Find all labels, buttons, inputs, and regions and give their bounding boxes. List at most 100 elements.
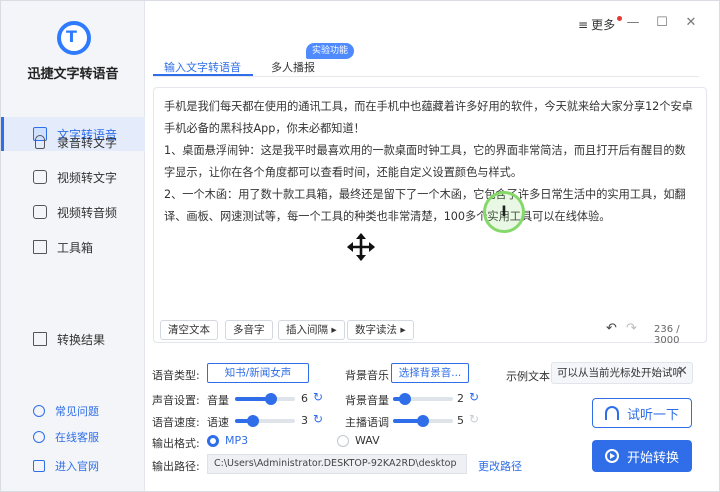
minimize-button[interactable]: — [624,13,642,31]
maximize-icon: ☐ [656,14,668,30]
video-audio-icon [33,205,47,219]
slider-handle[interactable] [265,393,277,405]
wav-radio[interactable] [337,435,349,447]
close-icon: ✕ [685,14,697,30]
video-icon [33,170,47,184]
sidebar-item-label: 视频转文字 [57,170,118,185]
sample-text-label: 示例文本 [506,370,550,383]
editor-content[interactable]: 手机是我们每天都在使用的通讯工具，而在手机中也蕴藏着许多好用的软件，今天就来给大… [164,96,696,228]
app-name: 迅捷文字转语音 [27,67,119,82]
title-bar: ≡ 更多 — ☐ ✕ [146,1,720,43]
format-label: 输出格式: [152,437,200,450]
pitch-slider[interactable] [393,415,453,427]
reset-bg-volume-icon[interactable]: ↻ [469,390,479,404]
sidebar-item-video-to-text[interactable]: 视频转文字 [1,160,145,194]
pitch-value: 5 [457,414,464,427]
editor-paragraph: 2、一个木函：用了数十款工具箱，最终还是留下了一个木函，它包含了许多日常生活中的… [164,188,686,223]
help-label: 在线客服 [55,431,99,444]
active-tab-indicator [153,74,253,76]
sidebar-item-label: 录音转文字 [57,135,118,150]
slider-handle[interactable] [399,393,411,405]
start-convert-button[interactable]: 开始转换 [592,440,692,472]
listen-button[interactable]: 试听一下 [592,398,692,428]
bg-music-label: 背景音乐 [345,369,389,382]
results-icon [33,332,47,346]
close-icon[interactable]: ✕ [677,364,688,379]
slider-handle[interactable] [417,415,429,427]
mp3-label: MP3 [225,434,249,447]
toolbox-icon [33,240,47,254]
chat-icon [33,431,45,443]
undo-icon[interactable]: ↶ [606,321,617,336]
speed-slider[interactable] [235,415,295,427]
sample-text-tooltip: 可以从当前光标处开始试听 [551,362,693,384]
editor-paragraph: 1、桌面悬浮闹钟：这是我平时最喜欢用的一款桌面时钟工具，它的界面非常简洁，而且打… [164,144,686,179]
sidebar-item-recording-to-text[interactable]: 录音转文字 [1,125,145,159]
character-counter: 236 / 3000 [654,324,680,346]
more-label: 更多 [591,18,616,32]
path-label: 输出路径: [152,460,200,473]
editor-paragraph: 手机是我们每天都在使用的通讯工具，而在手机中也蕴藏着许多好用的软件，今天就来给大… [164,100,693,135]
change-path-link[interactable]: 更改路径 [478,458,522,474]
sidebar-item-video-to-audio[interactable]: 视频转音频 [1,195,145,229]
tab-multi-speaker[interactable]: 多人播报 [271,59,315,75]
bg-music-select[interactable]: 选择背景音... [391,363,469,383]
help-website-link[interactable]: 进入官网 [33,458,99,474]
website-icon [33,460,45,472]
help-faq-link[interactable]: 常见问题 [33,403,99,419]
sound-settings-label: 声音设置: [152,394,200,407]
experimental-badge: 实验功能 [306,43,355,59]
app-logo: T [57,21,91,55]
voice-type-label: 语音类型: [152,369,200,382]
reset-speed-icon[interactable]: ↻ [313,412,323,426]
wav-label: WAV [355,434,380,447]
minimize-icon: — [626,14,640,30]
clear-text-button[interactable]: 清空文本 [160,320,218,340]
help-label: 进入官网 [55,460,99,473]
mp3-radio[interactable] [207,435,219,447]
speed-label: 语音速度: [152,416,200,429]
text-cursor-highlight: I [483,191,525,233]
insert-pause-button[interactable]: 插入间隔 ▸ [278,320,345,340]
volume-label: 音量 [207,394,229,407]
volume-slider[interactable] [235,393,295,405]
question-icon [33,405,45,417]
output-path-field[interactable]: C:\Users\Administrator.DESKTOP-92KA2RD\d… [207,454,467,474]
listen-label: 试听一下 [626,407,679,423]
volume-value: 6 [301,392,308,405]
maximize-button[interactable]: ☐ [653,13,671,31]
polyphone-button[interactable]: 多音字 [225,320,273,340]
reset-pitch-icon[interactable]: ↻ [469,412,479,426]
help-support-link[interactable]: 在线客服 [33,429,99,445]
slider-handle[interactable] [247,415,259,427]
sidebar-item-label: 视频转音频 [57,205,118,220]
sidebar-item-results[interactable]: 转换结果 [1,322,145,356]
text-editor[interactable]: 手机是我们每天都在使用的通讯工具，而在手机中也蕴藏着许多好用的软件，今天就来给大… [153,87,707,346]
sidebar-item-label: 工具箱 [57,240,94,255]
pitch-label: 主播语调 [345,416,389,429]
start-label: 开始转换 [626,450,679,466]
more-menu-button[interactable]: ≡ 更多 [578,16,623,33]
bg-volume-slider[interactable] [393,393,453,405]
play-icon [604,449,619,463]
app-window: T 迅捷文字转语音 文字转语音 录音转文字 视频转文字 视频转音频 工具箱 转换… [0,0,720,492]
voice-type-select[interactable]: 知书/新闻女声 [207,363,309,383]
notification-dot [617,16,623,21]
headphone-icon [604,406,619,420]
move-cursor-icon [347,233,375,261]
close-button[interactable]: ✕ [682,13,700,31]
sidebar-item-toolbox[interactable]: 工具箱 [1,230,145,264]
digit-reading-button[interactable]: 数字读法 ▸ [347,320,414,340]
bg-volume-label: 背景音量 [345,394,389,407]
help-label: 常见问题 [55,405,99,418]
tab-text-to-speech[interactable]: 输入文字转语音 [164,59,241,75]
sidebar: T 迅捷文字转语音 文字转语音 录音转文字 视频转文字 视频转音频 工具箱 转换… [1,1,145,491]
speed-sub-label: 语速 [207,416,229,429]
tab-divider [153,76,699,77]
bg-volume-value: 2 [457,392,464,405]
microphone-icon [35,135,45,149]
sidebar-item-label: 转换结果 [57,332,106,347]
redo-icon[interactable]: ↷ [626,321,637,336]
reset-volume-icon[interactable]: ↻ [313,390,323,404]
menu-icon: ≡ [578,17,589,32]
